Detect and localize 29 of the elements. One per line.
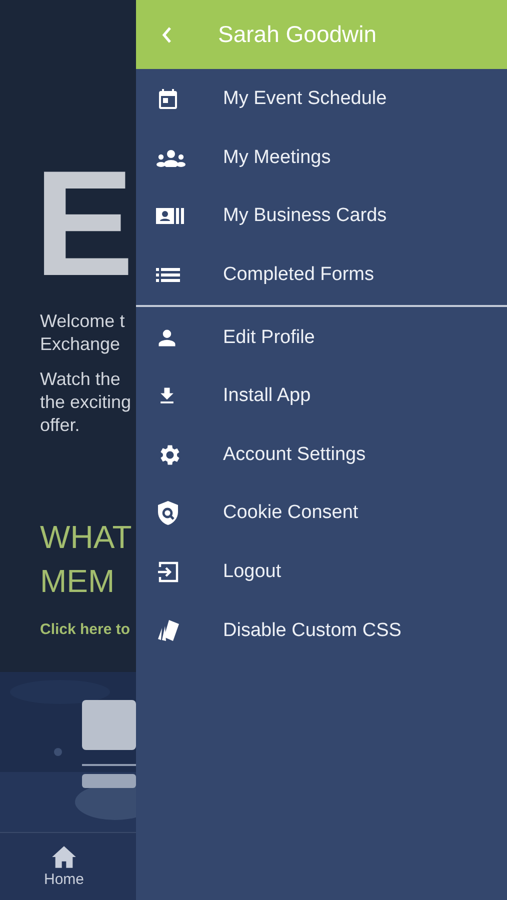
heading-line: MEM — [40, 562, 115, 601]
menu-item[interactable]: Install App — [136, 366, 507, 426]
menu-item[interactable]: My Business Cards — [136, 187, 507, 246]
list-icon — [156, 267, 180, 284]
menu-item[interactable]: Edit Profile — [136, 308, 507, 367]
user-name: Sarah Goodwin — [218, 21, 377, 48]
menu-item[interactable]: Completed Forms — [136, 246, 507, 304]
calendar-icon — [156, 87, 180, 112]
group-icon — [156, 148, 186, 167]
menu-item[interactable]: Account Settings — [136, 426, 507, 484]
home-icon — [51, 845, 77, 869]
heading-line: WHAT — [40, 518, 132, 557]
shield-search-icon — [156, 500, 180, 526]
logo-letter: E — [34, 148, 136, 298]
menu-item[interactable]: Cookie Consent — [136, 484, 507, 543]
paragraph-line: Exchange — [40, 333, 120, 356]
paragraph-line: the exciting — [40, 391, 132, 414]
paragraph-line: offer. — [40, 414, 80, 437]
cards-icon — [156, 618, 182, 644]
menu-item[interactable]: My Meetings — [136, 128, 507, 188]
sign-in-arrow-icon — [156, 560, 180, 584]
menu-item[interactable]: Disable Custom CSS — [136, 601, 507, 660]
contact-card-icon — [156, 206, 184, 226]
menu-item[interactable]: My Event Schedule — [136, 70, 507, 129]
menu-item[interactable]: Logout — [136, 542, 507, 602]
paragraph-line: Watch the — [40, 368, 120, 391]
learn-more-link[interactable]: Click here to — [40, 621, 130, 638]
back-icon — [161, 26, 173, 44]
paragraph-line: Welcome t — [40, 310, 125, 333]
